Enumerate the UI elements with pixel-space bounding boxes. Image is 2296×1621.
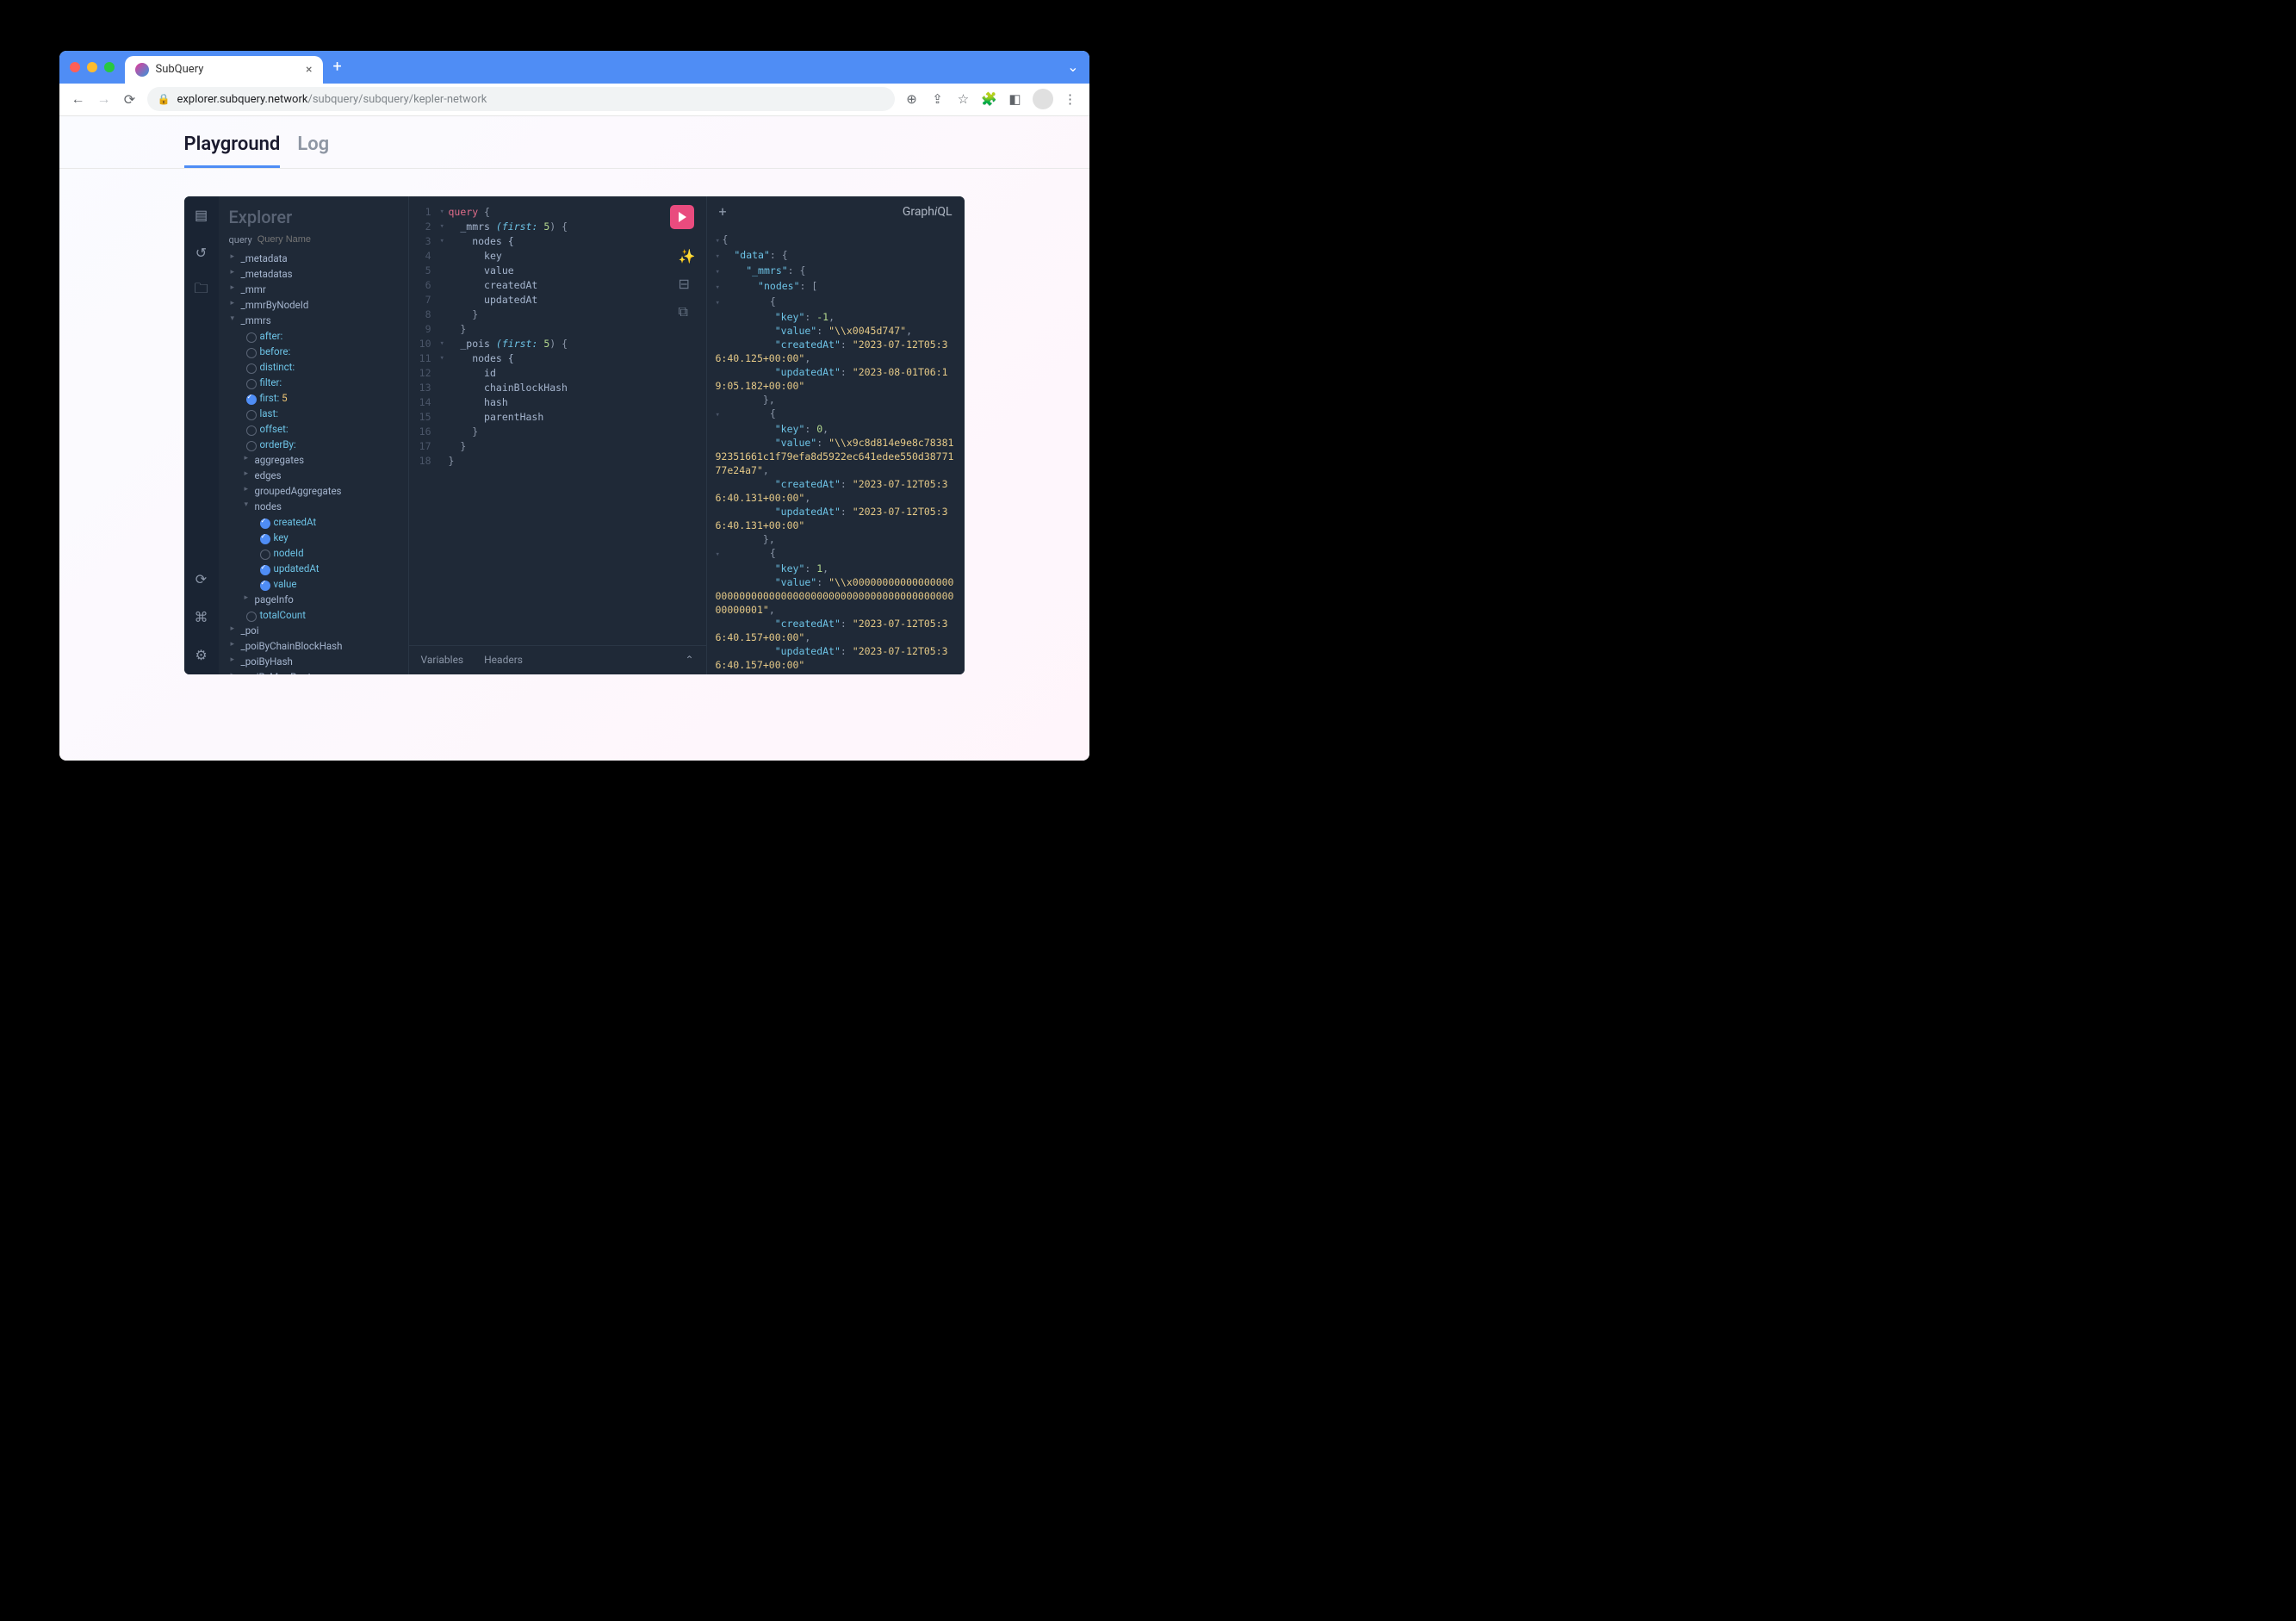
graphiql-sidebar: ▤ ↺ 🗀 ⟳ ⌘ ⚙ [184, 196, 219, 674]
variables-tab[interactable]: Variables [421, 654, 464, 666]
settings-icon[interactable]: ⚙ [193, 647, 210, 664]
address-bar[interactable]: 🔒 explorer.subquery.network/subquery/sub… [147, 87, 895, 111]
browser-window: SubQuery × + ⌄ ← → ⟳ 🔒 explorer.subquery… [59, 51, 1089, 761]
tree-mmrs[interactable]: _mmrs [229, 313, 398, 328]
tree-mmr[interactable]: _mmr [229, 282, 398, 297]
sub-aggregates[interactable]: aggregates [243, 452, 398, 468]
history-icon[interactable]: ↺ [193, 245, 210, 262]
search-icon[interactable]: ⊕ [903, 91, 921, 107]
arg-before[interactable]: before: [243, 344, 398, 359]
browser-tab-bar: SubQuery × + ⌄ [59, 51, 1089, 84]
sidepanel-icon[interactable]: ◧ [1007, 91, 1024, 107]
tree-mmrbynodeid[interactable]: _mmrByNodeId [229, 297, 398, 313]
tree-poibychain[interactable]: _poiByChainBlockHash [229, 638, 398, 654]
url-host: explorer.subquery.network [177, 93, 307, 106]
response-header: + GraphiQL [707, 196, 965, 227]
shortcuts-icon[interactable]: ⌘ [193, 609, 210, 626]
explorer-panel: Explorer query _metadata _metadatas _mmr… [219, 196, 408, 674]
window-controls [70, 62, 115, 72]
tree-poibyhash[interactable]: _poiByHash [229, 654, 398, 669]
query-editor: ✨ ⊟ ⧉ 1▾query { 2▾ _mmrs (first: 5) { 3▾… [408, 196, 706, 674]
sub-groupedaggregates[interactable]: groupedAggregates [243, 483, 398, 499]
response-panel: + GraphiQL ▾{▾ "data": {▾ "_mmrs": {▾ "n… [706, 196, 965, 674]
sub-totalcount[interactable]: totalCount [243, 607, 398, 623]
field-createdat[interactable]: createdAt [257, 514, 398, 530]
graphiql-container: ▤ ↺ 🗀 ⟳ ⌘ ⚙ Explorer query _metadata _me… [184, 196, 965, 674]
maximize-window-button[interactable] [104, 62, 115, 72]
response-body[interactable]: ▾{▾ "data": {▾ "_mmrs": {▾ "nodes": [▾ {… [707, 227, 965, 674]
tab-title: SubQuery [156, 63, 300, 76]
tab-log[interactable]: Log [297, 134, 329, 168]
share-icon[interactable]: ⇪ [929, 91, 946, 107]
tree-metadata[interactable]: _metadata [229, 251, 398, 266]
explorer-icon[interactable]: 🗀 [193, 283, 210, 300]
query-name-row: query [229, 234, 398, 245]
url-path: /subquery/subquery/kepler-network [307, 93, 487, 106]
tree-metadatas[interactable]: _metadatas [229, 266, 398, 282]
field-key[interactable]: key [257, 530, 398, 545]
lock-icon: 🔒 [158, 93, 171, 105]
sub-nodes[interactable]: nodes [243, 499, 398, 514]
tab-playground[interactable]: Playground [184, 134, 281, 168]
close-window-button[interactable] [70, 62, 80, 72]
headers-tab[interactable]: Headers [484, 654, 523, 666]
extensions-icon[interactable]: 🧩 [981, 91, 998, 107]
arg-last[interactable]: last: [243, 406, 398, 421]
menu-icon[interactable]: ⋮ [1062, 91, 1079, 107]
back-button[interactable]: ← [70, 90, 87, 108]
graphiql-logo: GraphiQL [903, 205, 953, 219]
page-content: Playground Log ▤ ↺ 🗀 ⟳ ⌘ ⚙ Explorer quer… [59, 116, 1089, 761]
arg-filter[interactable]: filter: [243, 375, 398, 390]
docs-icon[interactable]: ▤ [193, 207, 210, 224]
arg-after[interactable]: after: [243, 328, 398, 344]
explorer-title: Explorer [229, 207, 398, 227]
tab-close-button[interactable]: × [306, 63, 312, 77]
sub-pageinfo[interactable]: pageInfo [243, 592, 398, 607]
new-tab-button[interactable]: + [333, 58, 342, 76]
query-name-input[interactable] [258, 234, 335, 245]
bookmark-icon[interactable]: ☆ [955, 91, 972, 107]
tab-favicon-icon [135, 63, 149, 77]
add-tab-button[interactable]: + [719, 203, 727, 220]
forward-button[interactable]: → [96, 90, 113, 108]
reload-button[interactable]: ⟳ [121, 91, 139, 108]
query-label: query [229, 234, 252, 245]
browser-toolbar: ← → ⟳ 🔒 explorer.subquery.network/subque… [59, 84, 1089, 116]
page-tabs: Playground Log [59, 116, 1089, 169]
arg-orderby[interactable]: orderBy: [243, 437, 398, 452]
profile-avatar[interactable] [1033, 89, 1053, 109]
field-updatedat[interactable]: updatedAt [257, 561, 398, 576]
tree-poi[interactable]: _poi [229, 623, 398, 638]
arg-distinct[interactable]: distinct: [243, 359, 398, 375]
expand-footer-icon[interactable]: ⌃ [685, 654, 693, 666]
field-value[interactable]: value [257, 576, 398, 592]
query-textarea[interactable]: 1▾query { 2▾ _mmrs (first: 5) { 3▾ nodes… [409, 196, 706, 645]
tabs-dropdown-icon[interactable]: ⌄ [1067, 59, 1078, 75]
arg-offset[interactable]: offset: [243, 421, 398, 437]
sub-edges[interactable]: edges [243, 468, 398, 483]
browser-tab[interactable]: SubQuery × [125, 56, 323, 84]
tree-poibymmr[interactable]: _poiByMmrRoot [229, 669, 398, 674]
field-nodeid[interactable]: nodeId [257, 545, 398, 561]
editor-footer: Variables Headers ⌃ [409, 645, 706, 674]
arg-first[interactable]: first: 5 [243, 390, 398, 406]
minimize-window-button[interactable] [87, 62, 97, 72]
refetch-icon[interactable]: ⟳ [193, 571, 210, 588]
